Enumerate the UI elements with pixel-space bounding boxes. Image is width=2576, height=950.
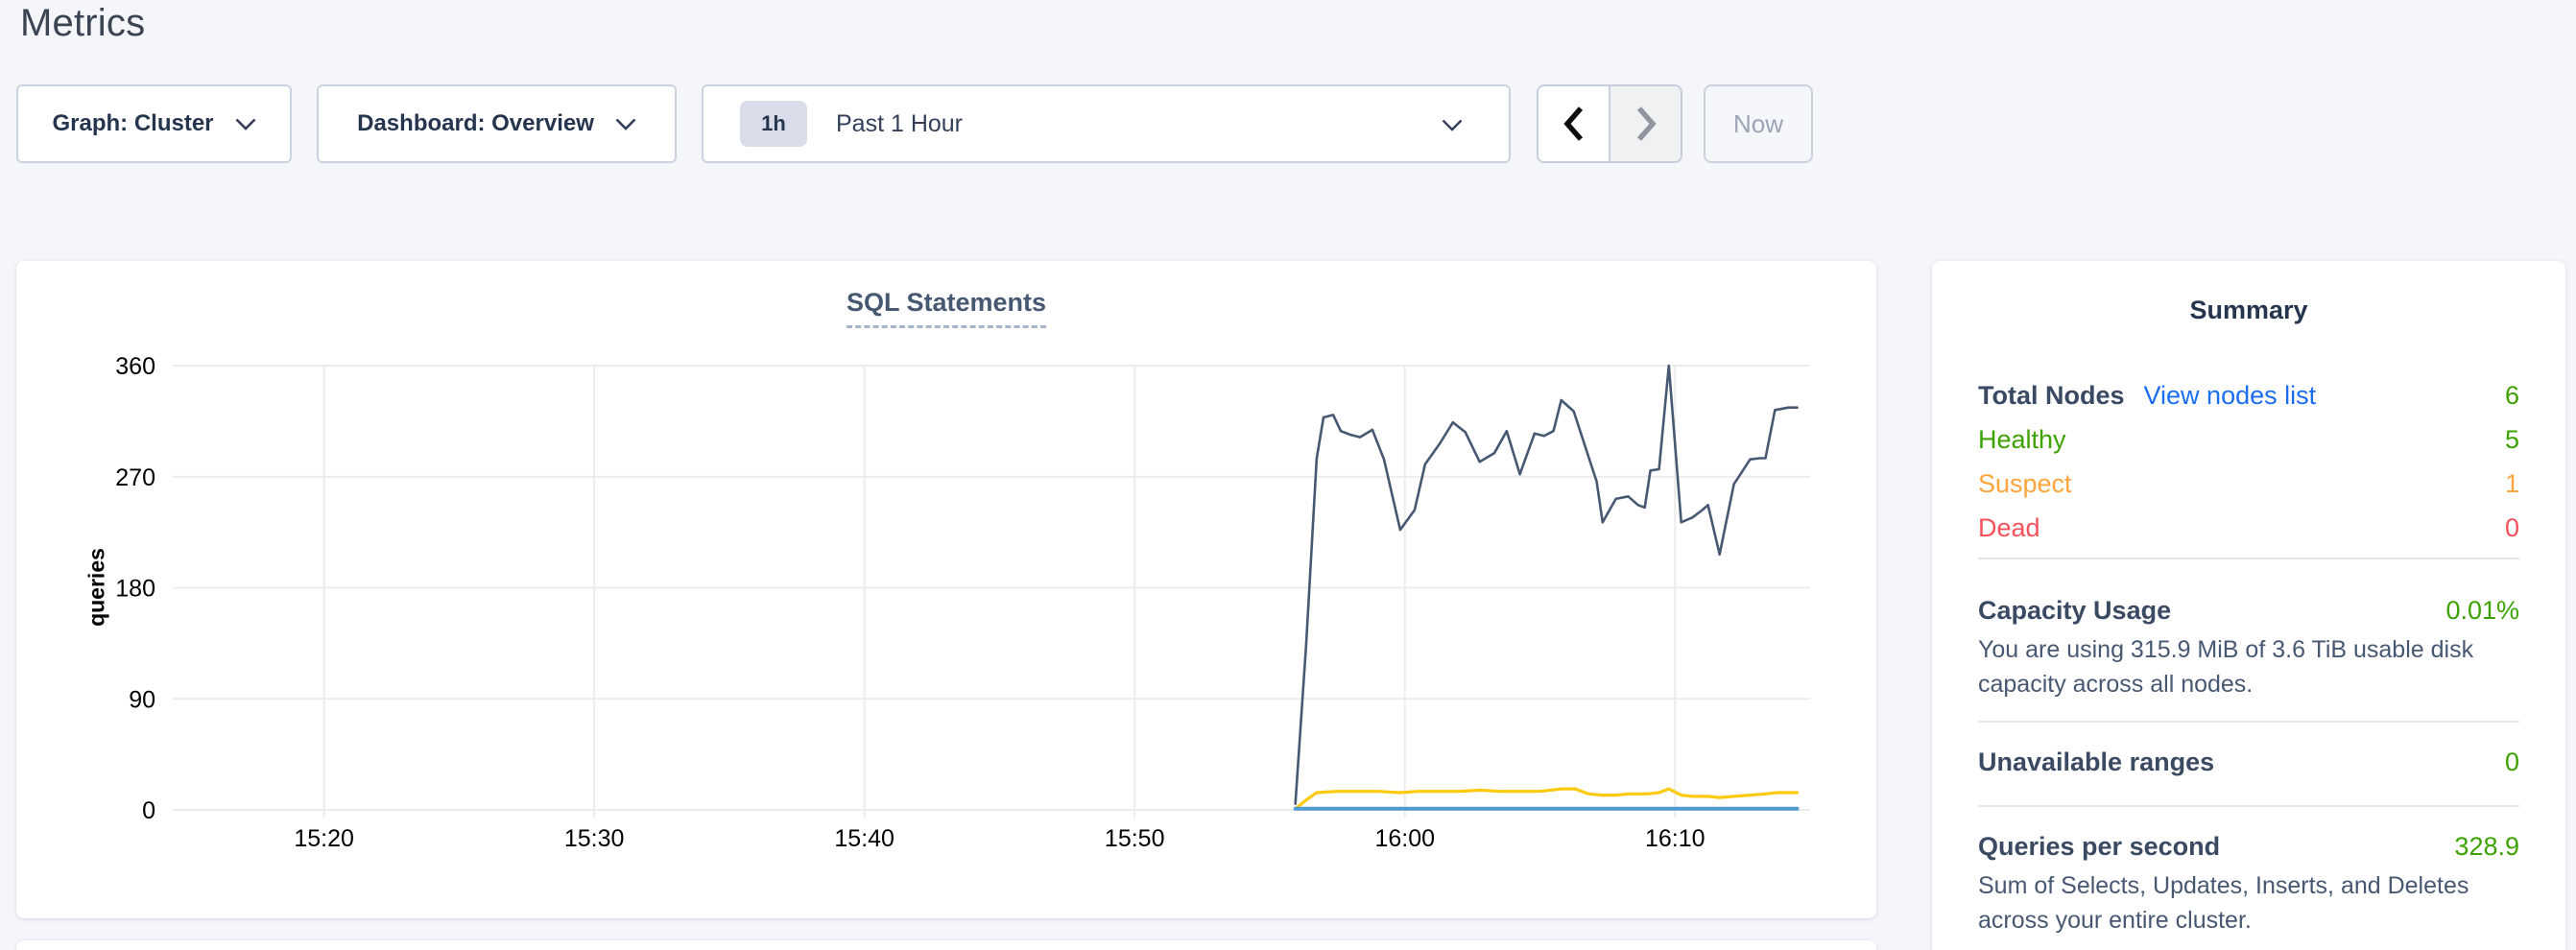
summary-panel: Summary Total Nodes View nodes list 6 Hea…	[1932, 261, 2565, 950]
capacity-usage-description: You are using 315.9 MiB of 3.6 TiB usabl…	[1978, 632, 2519, 701]
time-shift-button-group	[1537, 84, 1682, 163]
total-nodes-label: Total Nodes	[1978, 381, 2125, 410]
svg-text:15:40: 15:40	[834, 825, 894, 852]
dead-value: 0	[2505, 513, 2519, 543]
dashboard-dropdown[interactable]: Dashboard: Overview	[317, 84, 677, 163]
capacity-usage-row: Capacity Usage 0.01%	[1978, 596, 2519, 627]
suspect-nodes-row: Suspect 1	[1978, 469, 2519, 500]
dead-label: Dead	[1978, 513, 2040, 543]
metrics-page: Metrics Graph: Cluster Dashboard: Overvi…	[0, 0, 2576, 950]
capacity-usage-label: Capacity Usage	[1978, 596, 2171, 626]
page-title: Metrics	[20, 2, 145, 45]
time-backward-button[interactable]	[1538, 86, 1609, 161]
dead-nodes-row: Dead 0	[1978, 513, 2519, 544]
queries-per-second-value: 328.9	[2454, 832, 2519, 862]
dashboard-dropdown-label: Dashboard: Overview	[357, 110, 594, 137]
chevron-down-icon	[235, 118, 256, 131]
unavailable-ranges-row: Unavailable ranges 0	[1978, 748, 2519, 778]
capacity-usage-value: 0.01%	[2445, 596, 2519, 626]
healthy-value: 5	[2505, 425, 2519, 455]
unavailable-ranges-label: Unavailable ranges	[1978, 748, 2214, 777]
summary-title: Summary	[1978, 261, 2519, 325]
now-button[interactable]: Now	[1704, 84, 1813, 163]
divider	[1978, 558, 2519, 559]
graph-dropdown[interactable]: Graph: Cluster	[16, 84, 292, 163]
divider	[1978, 721, 2519, 723]
view-nodes-list-link[interactable]: View nodes list	[2144, 381, 2317, 410]
chevron-down-icon	[1442, 119, 1463, 131]
suspect-value: 1	[2505, 469, 2519, 499]
queries-per-second-description: Sum of Selects, Updates, Inserts, and De…	[1978, 868, 2519, 938]
svg-text:270: 270	[115, 464, 155, 491]
suspect-label: Suspect	[1978, 469, 2072, 499]
svg-text:0: 0	[142, 797, 155, 824]
total-nodes-value: 6	[2505, 381, 2519, 411]
total-nodes-row: Total Nodes View nodes list 6	[1978, 381, 2519, 412]
divider	[1978, 805, 2519, 807]
svg-text:360: 360	[115, 353, 155, 380]
chevron-right-icon	[1634, 106, 1658, 142]
sql-statements-chart: 15:20 15:30 15:40 15:50 16:00 16:10 0 90 180 270 3…	[16, 261, 1876, 918]
svg-text:15:30: 15:30	[564, 825, 625, 852]
next-chart-card-edge	[16, 940, 1876, 950]
healthy-label: Healthy	[1978, 425, 2066, 455]
healthy-nodes-row: Healthy 5	[1978, 425, 2519, 456]
svg-text:15:50: 15:50	[1105, 825, 1165, 852]
unavailable-ranges-value: 0	[2505, 748, 2519, 777]
graph-dropdown-label: Graph: Cluster	[52, 110, 213, 137]
time-forward-button[interactable]	[1609, 86, 1681, 161]
queries-per-second-label: Queries per second	[1978, 832, 2220, 862]
queries-per-second-row: Queries per second 328.9	[1978, 832, 2519, 863]
svg-text:16:00: 16:00	[1374, 825, 1435, 852]
time-range-badge: 1h	[740, 101, 807, 147]
sql-statements-chart-card: SQL Statements queries 15:2015:3015:4015…	[16, 261, 1876, 918]
time-range-dropdown[interactable]: 1h Past 1 Hour	[702, 84, 1511, 163]
svg-text:15:20: 15:20	[294, 825, 354, 852]
svg-text:180: 180	[115, 576, 155, 603]
chevron-left-icon	[1562, 106, 1586, 142]
svg-text:90: 90	[129, 686, 155, 713]
chevron-down-icon	[615, 118, 636, 131]
time-range-label: Past 1 Hour	[836, 110, 963, 138]
svg-text:16:10: 16:10	[1645, 825, 1705, 852]
